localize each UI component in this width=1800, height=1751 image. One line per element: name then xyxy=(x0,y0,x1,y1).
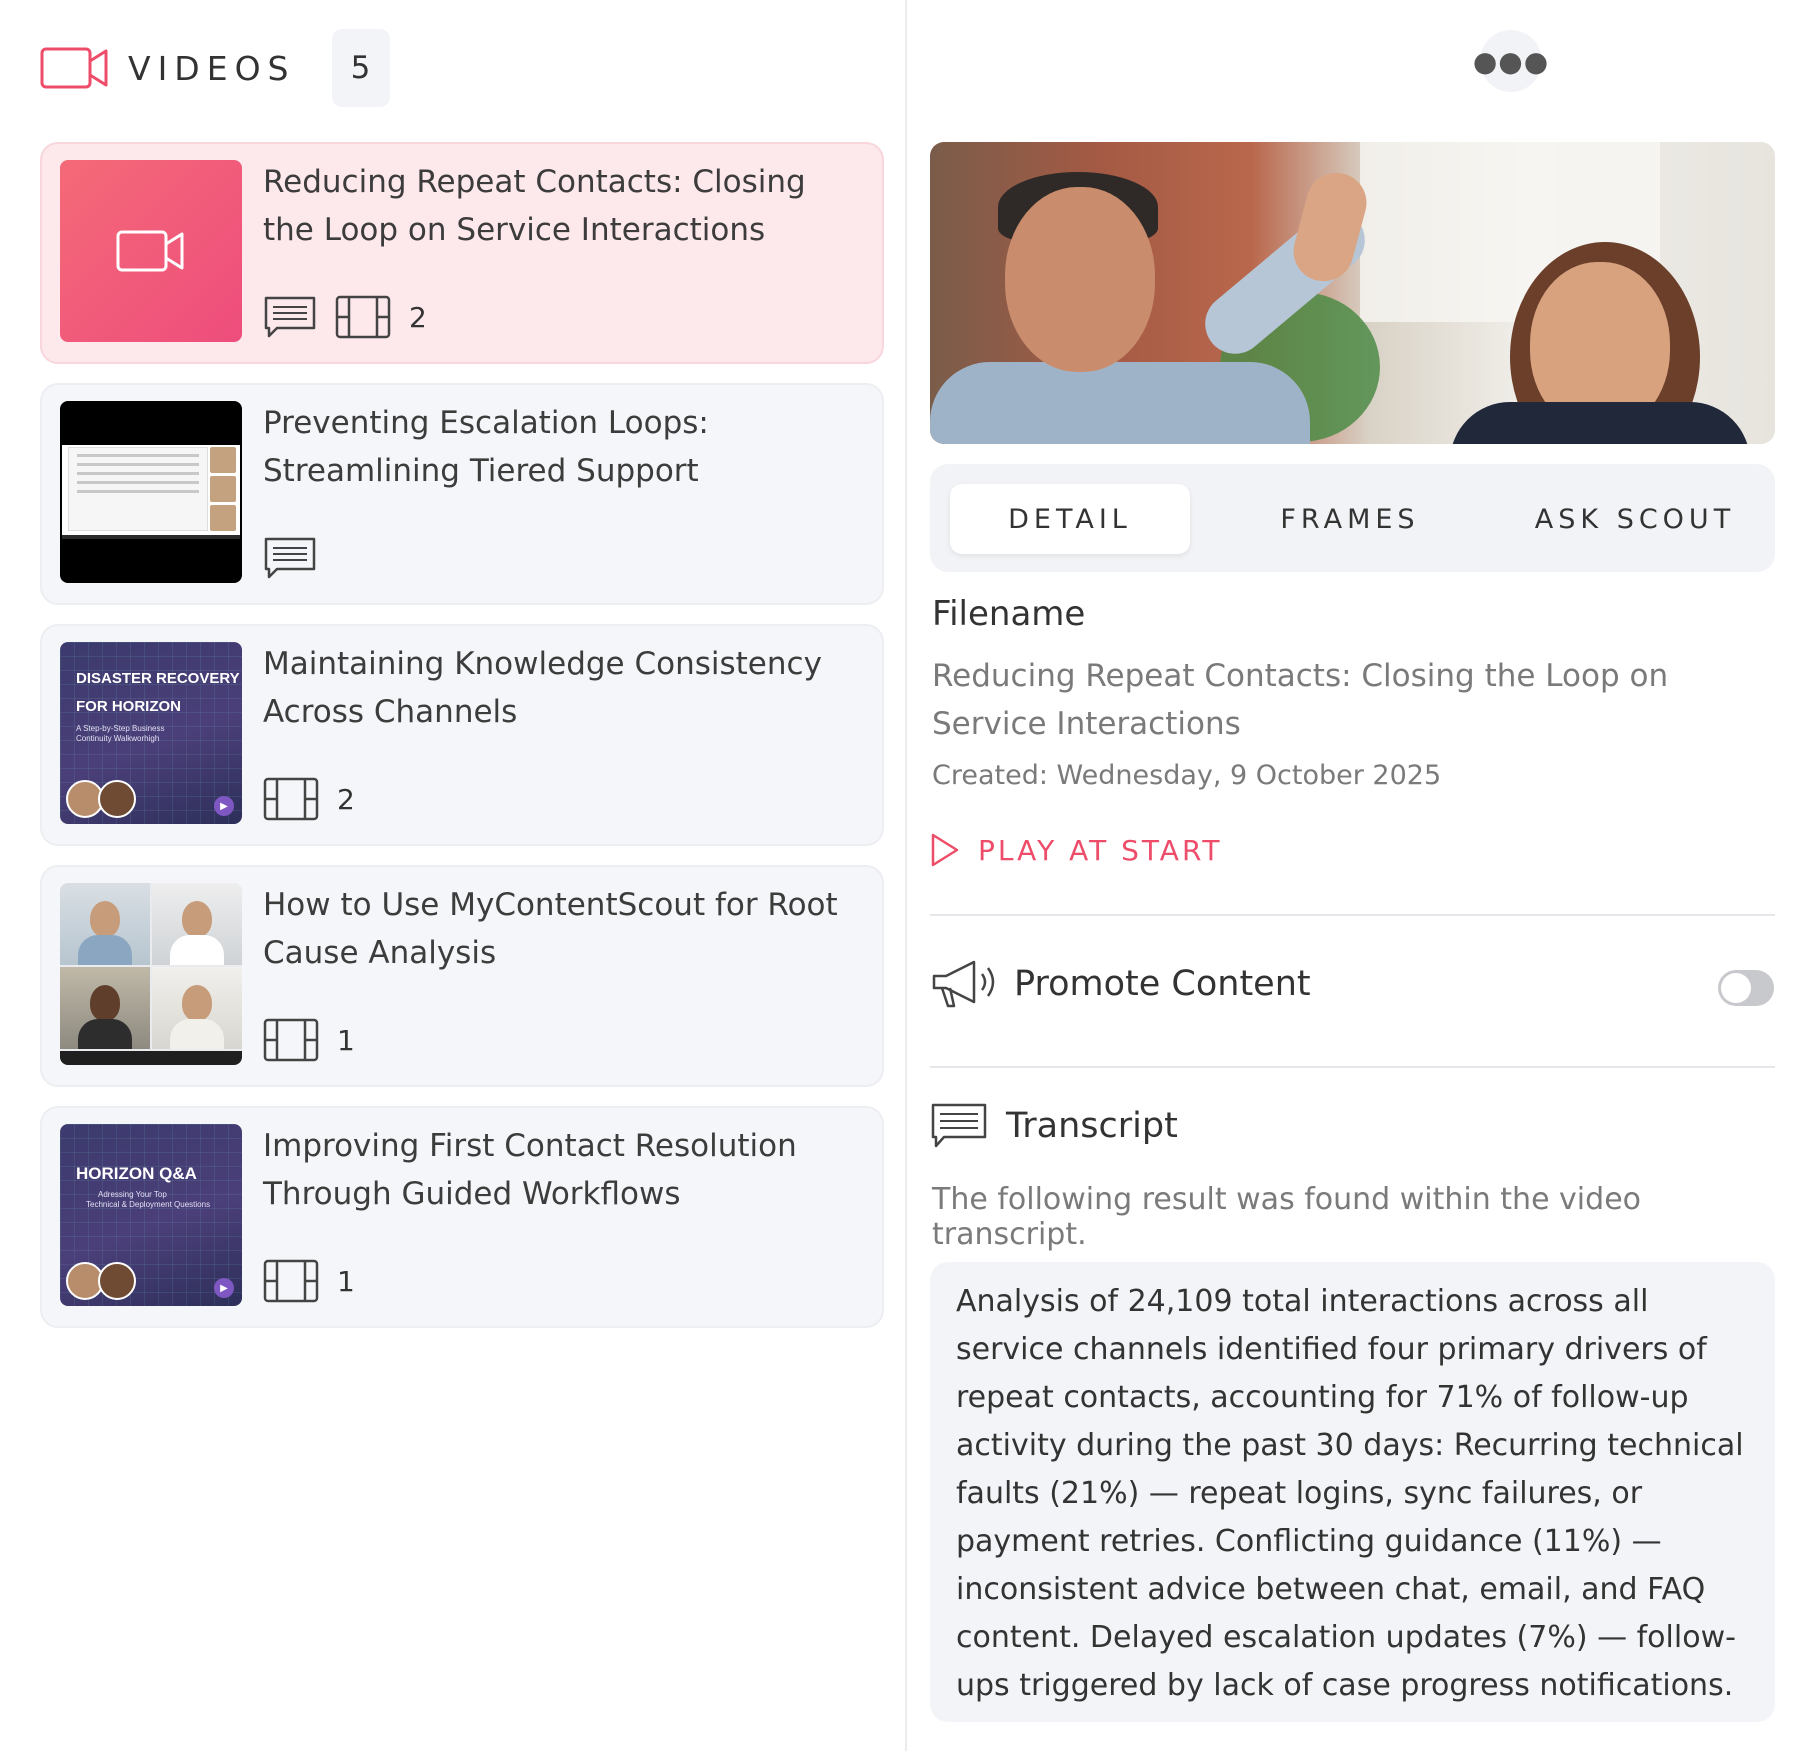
video-title: Preventing Escalation Loops: Streamlinin… xyxy=(263,405,709,489)
video-title: Maintaining Knowledge Consistency Across… xyxy=(263,646,822,730)
video-thumbnail xyxy=(60,160,242,342)
play-at-start-button[interactable]: PLAY AT START xyxy=(930,832,1222,868)
play-icon xyxy=(931,833,959,867)
filename-label: Filename xyxy=(932,594,1086,634)
video-thumbnail xyxy=(60,401,242,583)
megaphone-icon xyxy=(932,960,995,1008)
created-date: Created: Wednesday, 9 October 2025 xyxy=(932,760,1442,791)
video-card-selected[interactable]: Reducing Repeat Contacts: Closing the Lo… xyxy=(40,142,884,364)
divider xyxy=(930,1066,1775,1068)
divider xyxy=(930,914,1775,916)
frames-icon xyxy=(335,295,391,339)
tab-ask-scout[interactable]: ASK SCOUT xyxy=(1510,484,1760,554)
thumbnail-subheading: Continuity Walkworhigh xyxy=(76,734,160,743)
transcript-excerpt: Analysis of 24,109 total interactions ac… xyxy=(930,1262,1775,1722)
transcript-subtitle: The following result was found within th… xyxy=(932,1182,1641,1252)
transcript-icon xyxy=(263,295,317,339)
transcript-icon xyxy=(263,536,317,580)
videos-count-badge: 5 xyxy=(331,29,390,107)
video-card[interactable]: How to Use MyContentScout for Root Cause… xyxy=(40,865,884,1087)
video-title: Improving First Contact Resolution Throu… xyxy=(263,1128,797,1212)
frames-count: 1 xyxy=(337,1264,355,1298)
transcript-icon xyxy=(931,1103,987,1148)
thumbnail-subheading: Adressing Your Top xyxy=(98,1190,167,1199)
thumbnail-subheading: A Step-by-Step Business xyxy=(76,724,165,733)
video-placeholder-icon xyxy=(116,230,184,272)
tab-frames[interactable]: FRAMES xyxy=(1230,484,1470,554)
transcript-label: Transcript xyxy=(1006,1106,1178,1146)
promote-content-row: Promote Content xyxy=(930,958,1311,1010)
play-at-start-label: PLAY AT START xyxy=(978,833,1223,867)
play-icon: ▶ xyxy=(214,796,234,816)
tab-detail[interactable]: DETAIL xyxy=(950,484,1190,554)
video-title: How to Use MyContentScout for Root Cause… xyxy=(263,887,838,971)
video-thumbnail xyxy=(60,883,242,1065)
video-list-panel: VIDEOS 5 Reducing Repeat Contacts: Closi… xyxy=(0,0,905,1751)
frames-icon xyxy=(263,1259,319,1303)
video-thumbnail: HORIZON Q&A Adressing Your Top Technical… xyxy=(60,1124,242,1306)
panel-divider xyxy=(905,0,907,1751)
video-detail-panel: DETAIL FRAMES ASK SCOUT Filename Reducin… xyxy=(930,0,1780,1751)
thumbnail-subheading: Technical & Deployment Questions xyxy=(86,1200,211,1209)
promote-content-toggle[interactable] xyxy=(1718,970,1774,1006)
thumbnail-heading: HORIZON Q&A xyxy=(76,1164,197,1183)
transcript-header: Transcript xyxy=(930,1102,1178,1150)
detail-tabs: DETAIL FRAMES ASK SCOUT xyxy=(930,464,1775,572)
frames-icon xyxy=(263,1018,319,1062)
frames-count: 2 xyxy=(337,782,355,816)
video-list: Reducing Repeat Contacts: Closing the Lo… xyxy=(40,142,884,1347)
video-thumbnail: DISASTER RECOVERY FOR HORIZON A Step-by-… xyxy=(60,642,242,824)
video-card[interactable]: DISASTER RECOVERY FOR HORIZON A Step-by-… xyxy=(40,624,884,846)
video-title: Reducing Repeat Contacts: Closing the Lo… xyxy=(263,164,806,248)
frames-icon xyxy=(263,777,319,821)
filename-value: Reducing Repeat Contacts: Closing the Lo… xyxy=(932,658,1669,742)
presenter-avatars xyxy=(66,1262,136,1300)
promote-content-label: Promote Content xyxy=(1014,964,1311,1004)
thumbnail-heading: DISASTER RECOVERY xyxy=(76,670,240,687)
video-card[interactable]: Preventing Escalation Loops: Streamlinin… xyxy=(40,383,884,605)
videos-title: VIDEOS xyxy=(128,48,296,88)
play-icon: ▶ xyxy=(214,1278,234,1298)
video-preview-image[interactable] xyxy=(930,142,1775,444)
videos-header: VIDEOS 5 xyxy=(40,28,390,108)
frames-count: 1 xyxy=(337,1023,355,1057)
video-camera-icon xyxy=(40,47,108,89)
presenter-avatars xyxy=(66,780,136,818)
video-card[interactable]: HORIZON Q&A Adressing Your Top Technical… xyxy=(40,1106,884,1328)
thumbnail-heading: FOR HORIZON xyxy=(76,698,181,715)
frames-count: 2 xyxy=(409,300,427,334)
